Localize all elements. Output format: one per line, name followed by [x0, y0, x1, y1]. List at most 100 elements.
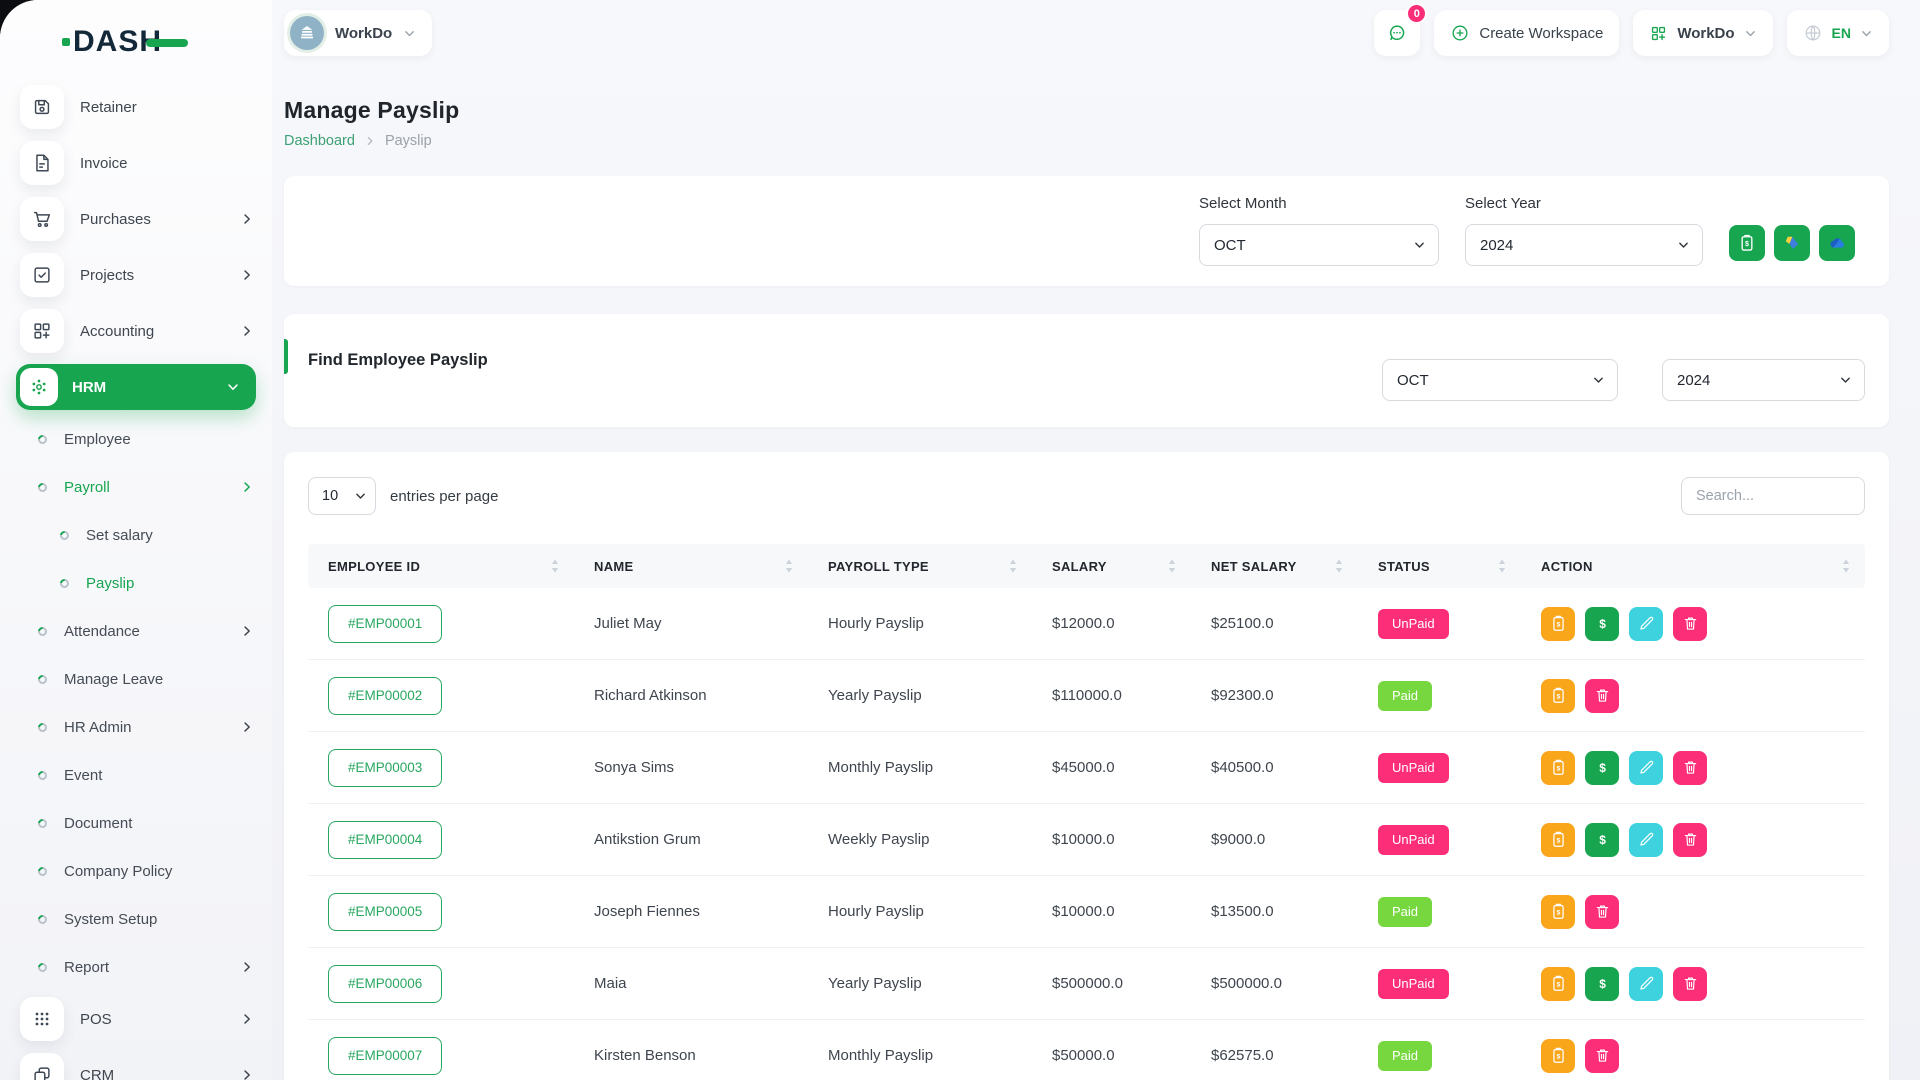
delete-button[interactable]: [1585, 679, 1619, 713]
payslip-button[interactable]: $: [1541, 751, 1575, 785]
chevron-right-icon: [240, 720, 254, 734]
find-year-select[interactable]: 2024: [1662, 359, 1865, 401]
make-payment-button[interactable]: $: [1585, 967, 1619, 1001]
make-payment-button[interactable]: $: [1585, 823, 1619, 857]
payslip-button[interactable]: $: [1541, 967, 1575, 1001]
sidebar-item-projects[interactable]: Projects: [0, 247, 272, 303]
sidebar-item-system-setup[interactable]: System Setup: [0, 895, 272, 943]
column-header-employee-id[interactable]: EMPLOYEE ID: [308, 544, 574, 588]
sort-icon[interactable]: [784, 558, 794, 574]
check-square-icon: [20, 253, 64, 297]
payslip-button[interactable]: $: [1541, 823, 1575, 857]
sidebar-item-hrm[interactable]: HRM: [16, 364, 256, 410]
sidebar-item-set-salary[interactable]: Set salary: [0, 511, 272, 559]
column-header-payroll-type[interactable]: PAYROLL TYPE: [808, 544, 1032, 588]
payslip-button[interactable]: $: [1541, 607, 1575, 641]
payslip-table: EMPLOYEE IDNAMEPAYROLL TYPESALARYNET SAL…: [308, 544, 1865, 1080]
find-selects: OCT 2024: [1382, 359, 1865, 401]
delete-button[interactable]: [1673, 607, 1707, 641]
column-header-name[interactable]: NAME: [574, 544, 808, 588]
delete-button[interactable]: [1585, 1039, 1619, 1073]
workspace-selector[interactable]: WorkDo: [284, 10, 432, 56]
sidebar-item-pos[interactable]: POS: [0, 991, 272, 1047]
bulk-payment-button[interactable]: $: [1729, 225, 1765, 261]
delete-button[interactable]: [1585, 895, 1619, 929]
language-selector[interactable]: EN: [1787, 10, 1889, 56]
edit-button[interactable]: [1629, 823, 1663, 857]
year-select[interactable]: 2024: [1465, 224, 1703, 266]
employee-id-link[interactable]: #EMP00002: [328, 677, 442, 715]
employee-id-link[interactable]: #EMP00003: [328, 749, 442, 787]
find-payslip-title: Find Employee Payslip: [308, 351, 488, 370]
employee-id-link[interactable]: #EMP00001: [328, 605, 442, 643]
edit-button[interactable]: [1629, 607, 1663, 641]
employee-id-link[interactable]: #EMP00004: [328, 821, 442, 859]
net-salary: $25100.0: [1191, 615, 1358, 632]
column-header-action[interactable]: ACTION: [1521, 544, 1865, 588]
svg-text:$: $: [1599, 617, 1606, 631]
find-year-select-wrap: 2024: [1662, 359, 1865, 401]
sidebar-item-company-policy[interactable]: Company Policy: [0, 847, 272, 895]
onedrive-export-button[interactable]: [1819, 225, 1855, 261]
sort-icon[interactable]: [1497, 558, 1507, 574]
net-salary: $92300.0: [1191, 687, 1358, 704]
sidebar-item-employee[interactable]: Employee: [0, 415, 272, 463]
sort-icon[interactable]: [1167, 558, 1177, 574]
make-payment-button[interactable]: $: [1585, 607, 1619, 641]
table-search-input[interactable]: [1681, 477, 1865, 515]
edit-button[interactable]: [1629, 751, 1663, 785]
employee-id-link[interactable]: #EMP00005: [328, 893, 442, 931]
sidebar-item-invoice[interactable]: Invoice: [0, 135, 272, 191]
sort-icon[interactable]: [550, 558, 560, 574]
sort-icon[interactable]: [1841, 558, 1851, 574]
chevron-right-icon: [240, 1012, 254, 1026]
brand-logo[interactable]: DASH: [62, 26, 272, 58]
entries-per-page-select[interactable]: 10: [308, 477, 376, 515]
google-drive-export-button[interactable]: [1774, 225, 1810, 261]
delete-button[interactable]: [1673, 751, 1707, 785]
topbar: WorkDo 0 Create Workspace WorkDo: [284, 0, 1889, 66]
payslip-button[interactable]: $: [1541, 1039, 1575, 1073]
employee-id-link[interactable]: #EMP00006: [328, 965, 442, 1003]
payslip-button[interactable]: $: [1541, 679, 1575, 713]
find-month-select[interactable]: OCT: [1382, 359, 1618, 401]
sidebar-item-retainer[interactable]: Retainer: [0, 79, 272, 135]
sidebar-item-attendance[interactable]: Attendance: [0, 607, 272, 655]
sidebar-item-payslip[interactable]: Payslip: [0, 559, 272, 607]
sidebar-item-payroll[interactable]: Payroll: [0, 463, 272, 511]
month-select-wrap: OCT: [1199, 224, 1439, 266]
chevron-down-icon: [403, 27, 416, 40]
month-field: Select Month OCT: [1199, 195, 1439, 266]
status-badge: UnPaid: [1378, 969, 1449, 999]
edit-button[interactable]: [1629, 967, 1663, 1001]
sidebar-item-document[interactable]: Document: [0, 799, 272, 847]
row-actions: $: [1521, 1039, 1865, 1073]
sidebar-item-manage-leave[interactable]: Manage Leave: [0, 655, 272, 703]
table-row: #EMP00003Sonya SimsMonthly Payslip$45000…: [308, 732, 1865, 804]
sidebar-item-event[interactable]: Event: [0, 751, 272, 799]
make-payment-button[interactable]: $: [1585, 751, 1619, 785]
globe-icon: [1803, 23, 1823, 43]
messages-button[interactable]: 0: [1374, 10, 1420, 56]
breadcrumb-dashboard-link[interactable]: Dashboard: [284, 133, 355, 149]
column-header-salary[interactable]: SALARY: [1032, 544, 1191, 588]
payslip-button[interactable]: $: [1541, 895, 1575, 929]
column-header-net-salary[interactable]: NET SALARY: [1191, 544, 1358, 588]
cart-icon: [20, 197, 64, 241]
employee-id-link[interactable]: #EMP00007: [328, 1037, 442, 1075]
column-header-status[interactable]: STATUS: [1358, 544, 1521, 588]
sidebar-item-purchases[interactable]: Purchases: [0, 191, 272, 247]
delete-button[interactable]: [1673, 967, 1707, 1001]
sidebar-nav: RetainerInvoicePurchasesProjectsAccounti…: [0, 79, 272, 1080]
sidebar-item-report[interactable]: Report: [0, 943, 272, 991]
sidebar-item-hr-admin[interactable]: HR Admin: [0, 703, 272, 751]
create-workspace-button[interactable]: Create Workspace: [1434, 10, 1619, 56]
grid-plus-icon: [20, 309, 64, 353]
sidebar-item-crm[interactable]: CRM: [0, 1047, 272, 1080]
sort-icon[interactable]: [1008, 558, 1018, 574]
workspace-apps-button[interactable]: WorkDo: [1633, 10, 1772, 56]
sort-icon[interactable]: [1334, 558, 1344, 574]
month-select[interactable]: OCT: [1199, 224, 1439, 266]
delete-button[interactable]: [1673, 823, 1707, 857]
sidebar-item-accounting[interactable]: Accounting: [0, 303, 272, 359]
